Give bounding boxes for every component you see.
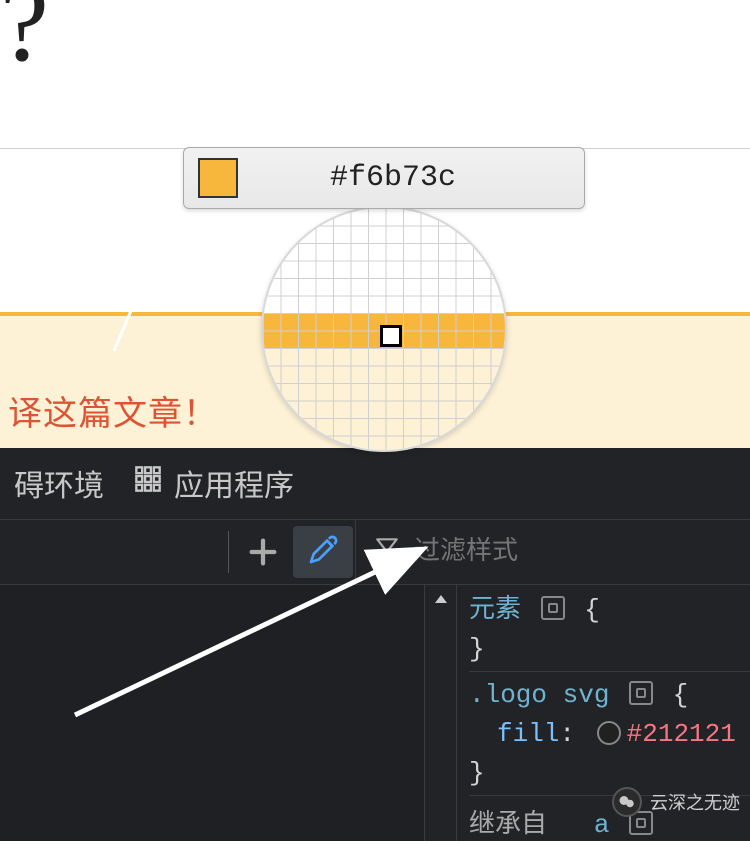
- eyedropper-loupe: [261, 206, 507, 452]
- watermark-text: 云深之无迹: [650, 789, 740, 815]
- color-swatch-icon[interactable]: [597, 721, 621, 745]
- inherit-label: 继承自: [469, 810, 547, 840]
- filter-icon: [374, 535, 400, 569]
- rule-element: 元素 { }: [469, 591, 750, 672]
- css-value[interactable]: #212121: [627, 719, 736, 749]
- color-hex: #f6b73c: [330, 161, 456, 195]
- inherit-tag[interactable]: a: [594, 810, 610, 840]
- loupe-target-pixel: [380, 325, 402, 347]
- new-rule-button[interactable]: [239, 528, 287, 576]
- tab-application-label: 应用程序: [174, 461, 294, 506]
- rules-toolbar: [0, 520, 356, 584]
- banner-text: 译这篇文章！: [8, 386, 218, 435]
- color-swatch: [198, 158, 238, 198]
- rule-logo-svg: .logo svg { fill: #212121 }: [469, 676, 750, 796]
- rule-selector: 元素: [469, 595, 521, 625]
- node-highlight-icon[interactable]: [629, 681, 653, 705]
- dom-tree-panel[interactable]: [0, 585, 425, 841]
- devtools-toolbar: 碍环境 应用程序: [0, 448, 750, 520]
- filter-styles-input[interactable]: [414, 537, 750, 567]
- eyedropper-button[interactable]: [293, 526, 353, 578]
- css-prop[interactable]: fill: [497, 719, 559, 749]
- brace: }: [469, 634, 485, 664]
- scroll-up-button[interactable]: [433, 591, 449, 841]
- rule-selector: .logo svg: [469, 680, 609, 710]
- brace: {: [673, 680, 689, 710]
- grid-apps-icon: [134, 465, 162, 503]
- question-mark-text: ?: [0, 0, 49, 87]
- wechat-icon: [612, 787, 642, 817]
- tab-accessibility-label: 碍环境: [14, 461, 104, 506]
- color-tooltip: #f6b73c: [183, 147, 585, 209]
- tab-application[interactable]: 应用程序: [124, 453, 304, 514]
- brace: }: [469, 758, 485, 788]
- brace: {: [584, 595, 600, 625]
- tab-accessibility[interactable]: 碍环境: [4, 453, 114, 514]
- watermark: 云深之无迹: [612, 787, 740, 817]
- eyedropper-icon: [307, 534, 339, 571]
- node-highlight-icon[interactable]: [541, 596, 565, 620]
- devtools-panel: 碍环境 应用程序: [0, 448, 750, 841]
